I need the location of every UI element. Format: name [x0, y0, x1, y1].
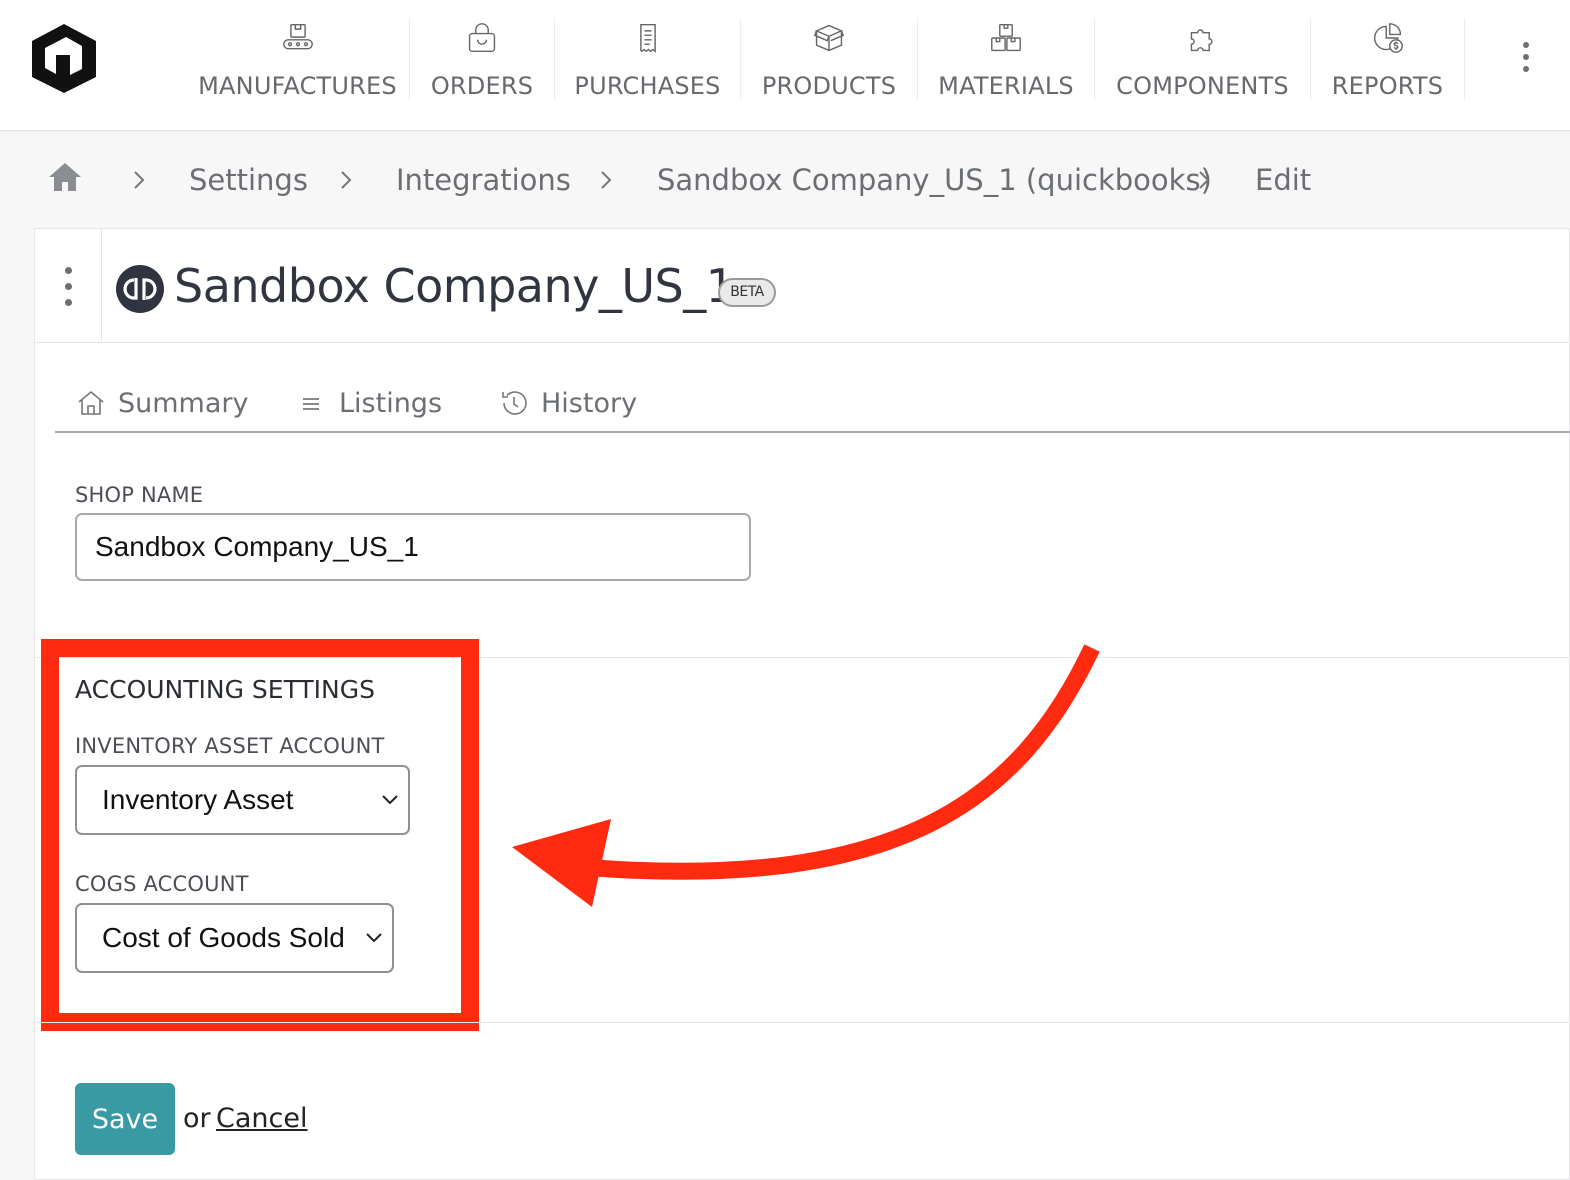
card-menu-icon[interactable]: [35, 229, 102, 343]
shopping-bag-icon: [468, 23, 496, 53]
puzzle-icon: [1190, 29, 1213, 52]
shop-name-input[interactable]: [75, 513, 751, 581]
shop-name-label: SHOP NAME: [75, 483, 204, 507]
top-navigation: MANUFACTURES ORDERS PURCHASES PRODUCTS M…: [0, 0, 1570, 131]
chevron-right-icon: [1199, 171, 1210, 189]
nav-orders[interactable]: ORDERS: [410, 18, 555, 100]
tabs-underline: [55, 431, 1570, 433]
nav-label: PURCHASES: [574, 72, 721, 100]
history-icon: [502, 391, 527, 415]
beta-badge: BETA: [718, 278, 776, 307]
tab-label: Listings: [339, 387, 443, 419]
quickbooks-logo-icon: [116, 265, 164, 313]
save-button[interactable]: Save: [75, 1083, 175, 1155]
nav-manufactures[interactable]: MANUFACTURES: [186, 18, 410, 100]
pie-dollar-icon: [1373, 23, 1403, 53]
app-logo-icon[interactable]: [30, 22, 98, 94]
breadcrumb-company[interactable]: Sandbox Company_US_1 (quickbooks): [657, 163, 1212, 197]
tab-listings[interactable]: Listings: [297, 383, 442, 423]
breadcrumb-edit: Edit: [1255, 163, 1312, 197]
list-icon: [303, 398, 319, 410]
more-menu-icon[interactable]: [1516, 42, 1536, 72]
receipt-icon: [639, 23, 656, 53]
nav-products[interactable]: PRODUCTS: [741, 18, 918, 100]
nav-components[interactable]: COMPONENTS: [1095, 18, 1311, 100]
conveyor-icon: [282, 23, 313, 50]
breadcrumb-integrations[interactable]: Integrations: [396, 163, 571, 197]
tab-summary[interactable]: Summary: [76, 383, 248, 423]
nav-purchases[interactable]: PURCHASES: [555, 18, 741, 100]
tab-history[interactable]: History: [499, 383, 637, 423]
nav-reports[interactable]: REPORTS: [1311, 18, 1465, 100]
chevron-right-icon: [601, 171, 612, 189]
nav-label: PRODUCTS: [761, 72, 897, 100]
annotation-arrow-icon: [512, 644, 1100, 907]
boxes-icon: [991, 23, 1021, 52]
nav-label: ORDERS: [430, 72, 534, 100]
highlight-box: [41, 639, 479, 1031]
or-text: or: [183, 1103, 211, 1134]
nav-label: COMPONENTS: [1116, 72, 1289, 100]
page-title: Sandbox Company_US_1: [174, 259, 735, 313]
chevron-right-icon: [134, 171, 145, 189]
breadcrumb-settings[interactable]: Settings: [189, 163, 308, 197]
home-icon[interactable]: [47, 160, 83, 194]
card-header: Sandbox Company_US_1 BETA: [35, 229, 1570, 343]
tab-label: Summary: [118, 387, 249, 419]
tab-label: History: [541, 387, 638, 419]
nav-label: MATERIALS: [938, 72, 1074, 100]
home-outline-icon: [78, 390, 104, 415]
chevron-right-icon: [341, 171, 352, 189]
nav-label: REPORTS: [1331, 72, 1444, 100]
cancel-link[interactable]: Cancel: [216, 1103, 307, 1134]
divider: [35, 1022, 1570, 1023]
nav-label: MANUFACTURES: [198, 72, 397, 100]
box-icon: [813, 24, 845, 52]
nav-materials[interactable]: MATERIALS: [918, 18, 1095, 100]
